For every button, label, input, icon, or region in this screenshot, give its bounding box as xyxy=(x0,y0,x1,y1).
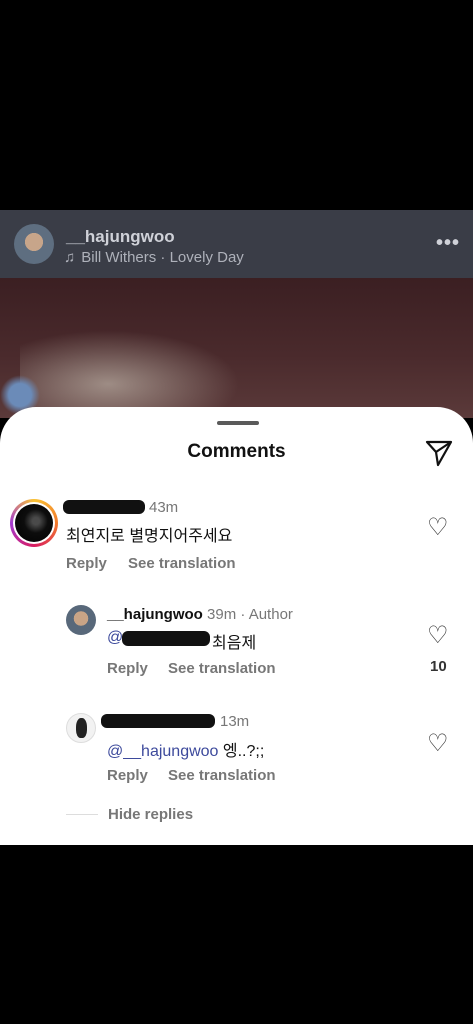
commenter-avatar[interactable] xyxy=(10,499,58,547)
hide-replies-divider xyxy=(66,814,98,815)
redacted-mention xyxy=(122,631,210,646)
post-author-avatar[interactable] xyxy=(14,224,54,264)
more-options-icon[interactable]: ••• xyxy=(436,232,460,255)
reply-time: 13m xyxy=(220,713,250,730)
reply-text-row: @__hajungwoo 엥..?;; xyxy=(107,737,264,761)
sheet-drag-handle[interactable] xyxy=(217,421,259,425)
reply-button[interactable]: Reply xyxy=(107,660,148,677)
reply-text-row: @ xyxy=(107,629,123,647)
reply-button[interactable]: Reply xyxy=(107,767,148,784)
hide-replies-button[interactable]: Hide replies xyxy=(108,806,193,823)
commenter-avatar[interactable] xyxy=(66,713,96,743)
reply-text: 최음제 xyxy=(212,635,257,652)
heart-outline-icon[interactable]: ♡ xyxy=(427,513,449,542)
see-translation-button[interactable]: See translation xyxy=(168,767,276,784)
post-username[interactable]: __hajungwoo xyxy=(66,227,175,247)
reply-mention[interactable]: @__hajungwoo xyxy=(107,743,218,760)
reply-time: 39m xyxy=(207,606,237,623)
heart-outline-icon[interactable]: ♡ xyxy=(427,621,449,650)
see-translation-button[interactable]: See translation xyxy=(128,555,236,572)
paper-plane-icon[interactable] xyxy=(424,438,454,468)
see-translation-button[interactable]: See translation xyxy=(168,660,276,677)
comment-time: 43m xyxy=(149,499,179,516)
reply-text: 엥..?;; xyxy=(218,743,265,760)
post-music-info[interactable]: ♫ Bill Withers · Lovely Day xyxy=(64,249,244,266)
author-avatar[interactable] xyxy=(66,605,96,635)
comments-title: Comments xyxy=(187,441,286,462)
post-music-label: Bill Withers · Lovely Day xyxy=(81,249,244,266)
reply-button[interactable]: Reply xyxy=(66,555,107,572)
music-note-icon: ♫ xyxy=(64,249,76,266)
heart-outline-icon[interactable]: ♡ xyxy=(427,729,449,758)
redacted-username xyxy=(101,714,215,728)
reply-header: __hajungwoo 39m · Author xyxy=(107,606,293,623)
comment-text: 최연지로 별명지어주세요 xyxy=(66,528,233,545)
like-count: 10 xyxy=(430,658,447,675)
author-badge: · Author xyxy=(240,606,293,623)
reply-mention[interactable]: @ xyxy=(107,629,123,646)
redacted-username xyxy=(63,500,145,514)
reply-username[interactable]: __hajungwoo xyxy=(107,606,203,623)
